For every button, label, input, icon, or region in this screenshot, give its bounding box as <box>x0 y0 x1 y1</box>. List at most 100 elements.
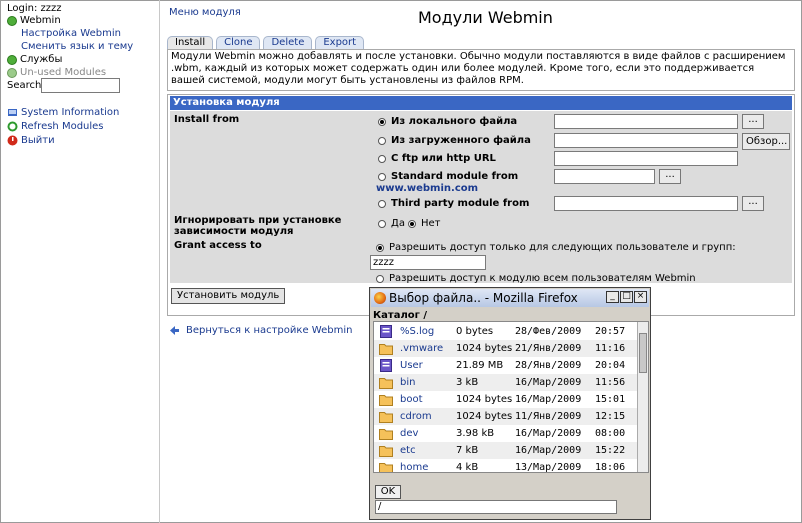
sidebar-link-webmin-config[interactable]: Настройка Webmin <box>21 28 121 39</box>
option-grant-specific[interactable]: Разрешить доступ только для следующих по… <box>376 242 736 253</box>
minimize-icon[interactable]: _ <box>606 291 619 303</box>
radio-ignore-yes[interactable] <box>378 219 386 228</box>
third-party-select-button[interactable]: ... <box>742 196 764 211</box>
file-name[interactable]: User <box>400 360 423 371</box>
refresh-modules-label: Refresh Modules <box>21 121 104 132</box>
tab-clone[interactable]: Clone <box>216 36 261 49</box>
browse-button[interactable]: Обзор... <box>742 133 790 150</box>
maximize-icon[interactable]: □ <box>620 291 633 303</box>
ignore-yes-label: Да <box>391 218 405 229</box>
ftp-url-input[interactable] <box>554 151 738 166</box>
file-row[interactable]: etc 7 kB 16/Мар/2009 15:22 <box>374 442 638 459</box>
file-row[interactable]: bin 3 kB 16/Мар/2009 11:56 <box>374 374 638 391</box>
file-row[interactable]: cdrom 1024 bytes 11/Янв/2009 12:15 <box>374 408 638 425</box>
sidebar-link-change-lang[interactable]: Сменить язык и тему <box>21 41 133 52</box>
refresh-icon <box>7 121 18 132</box>
file-date: 13/Мар/2009 <box>515 462 582 473</box>
system-info-label: System Information <box>21 107 120 118</box>
file-date: 11/Янв/2009 <box>515 411 582 422</box>
webmin-category-icon <box>7 15 17 26</box>
local-file-browse-button[interactable]: ... <box>742 114 764 129</box>
tab-install[interactable]: Install <box>167 36 214 49</box>
sidebar-refresh-modules[interactable]: Refresh Modules <box>7 121 104 132</box>
file-name[interactable]: boot <box>400 394 423 405</box>
file-name[interactable]: dev <box>400 428 418 439</box>
standard-module-input[interactable] <box>554 169 655 184</box>
file-date: 16/Мар/2009 <box>515 377 582 388</box>
file-name[interactable]: .vmware <box>400 343 443 354</box>
module-menu-link[interactable]: Меню модуля <box>169 7 241 18</box>
third-party-input[interactable] <box>554 196 738 211</box>
uploaded-file-input[interactable] <box>554 133 738 148</box>
sidebar-item-webmin[interactable]: Webmin <box>7 15 61 26</box>
file-row[interactable]: boot 1024 bytes 16/Мар/2009 15:01 <box>374 391 638 408</box>
file-date: 28/Янв/2009 <box>515 360 582 371</box>
file-row[interactable]: %S.log 0 bytes 28/Фев/2009 20:57 <box>374 323 638 340</box>
option-local-file[interactable]: Из локального файла <box>378 116 517 127</box>
radio-third-party[interactable] <box>378 199 386 208</box>
ok-button[interactable]: OK <box>375 485 401 499</box>
sidebar-item-unused[interactable]: Un-used Modules <box>7 67 106 78</box>
file-date: 16/Мар/2009 <box>515 445 582 456</box>
file-row[interactable]: .vmware 1024 bytes 21/Янв/2009 11:16 <box>374 340 638 357</box>
radio-uploaded-file[interactable] <box>378 136 386 145</box>
option-ignore-no[interactable]: Нет <box>408 218 441 229</box>
description-text: Модули Webmin можно добавлять и после ус… <box>167 49 795 91</box>
option-standard-module[interactable]: Standard module from <box>378 171 518 182</box>
ignore-no-label: Нет <box>421 218 441 229</box>
close-icon[interactable]: × <box>634 291 647 303</box>
file-size: 0 bytes <box>456 326 494 337</box>
option-uploaded-file[interactable]: Из загруженного файла <box>378 135 531 146</box>
form-body: Install from Из локального файла ... Из … <box>170 111 792 284</box>
sidebar-system-info[interactable]: System Information <box>7 107 119 118</box>
file-date: 16/Мар/2009 <box>515 394 582 405</box>
unused-category-icon <box>7 67 17 78</box>
back-to-webmin-link[interactable]: Вернуться к настройке Webmin <box>169 325 352 336</box>
radio-ignore-no[interactable] <box>408 219 416 228</box>
install-module-button[interactable]: Установить модуль <box>171 288 286 304</box>
firefox-icon <box>374 292 386 304</box>
path-input[interactable]: / <box>375 500 617 514</box>
radio-ftp-url[interactable] <box>378 154 386 163</box>
file-list-scrollbar[interactable] <box>637 322 648 472</box>
radio-grant-all[interactable] <box>376 274 384 283</box>
popup-title: Выбор файла.. - Mozilla Firefox <box>389 291 578 305</box>
file-chooser-window: Выбор файла.. - Mozilla Firefox _ □ × Ка… <box>369 287 651 520</box>
grant-users-input[interactable]: zzzz <box>370 255 486 270</box>
radio-standard-module[interactable] <box>378 172 386 181</box>
radio-local-file[interactable] <box>378 117 386 126</box>
folder-icon <box>379 463 393 472</box>
option-ignore-yes[interactable]: Да <box>378 218 405 229</box>
file-size: 1024 bytes <box>456 343 513 354</box>
local-file-input[interactable] <box>554 114 738 129</box>
option-third-party[interactable]: Third party module from <box>378 198 529 209</box>
document-icon <box>380 359 392 372</box>
radio-grant-specific[interactable] <box>376 243 384 252</box>
standard-module-select-button[interactable]: ... <box>659 169 681 184</box>
ignore-deps-label: Игнорировать при установке зависимости м… <box>174 215 342 237</box>
file-name[interactable]: etc <box>400 445 416 456</box>
popup-titlebar[interactable]: Выбор файла.. - Mozilla Firefox _ □ × <box>371 289 649 307</box>
option-ftp-url[interactable]: С ftp или http URL <box>378 153 496 164</box>
search-input[interactable] <box>41 78 120 93</box>
file-name[interactable]: %S.log <box>400 326 434 337</box>
tab-delete[interactable]: Delete <box>263 36 313 49</box>
grant-access-label: Grant access to <box>174 240 262 251</box>
tab-export[interactable]: Export <box>315 36 365 49</box>
sidebar-logout[interactable]: Выйти <box>7 135 55 146</box>
services-category-icon <box>7 54 17 65</box>
option-grant-all[interactable]: Разрешить доступ к модулю всем пользоват… <box>376 273 696 284</box>
grant-all-label: Разрешить доступ к модулю всем пользоват… <box>389 273 696 284</box>
standard-module-url[interactable]: www.webmin.com <box>376 183 478 194</box>
sidebar-item-services[interactable]: Службы <box>7 54 62 65</box>
scrollbar-thumb[interactable] <box>639 333 647 373</box>
file-name[interactable]: cdrom <box>400 411 432 422</box>
section-title: Установка модуля <box>170 96 792 110</box>
folder-icon <box>379 344 393 355</box>
file-name[interactable]: home <box>400 462 428 472</box>
file-name[interactable]: bin <box>400 377 415 388</box>
file-date: 16/Мар/2009 <box>515 428 582 439</box>
file-row[interactable]: dev 3.98 kB 16/Мар/2009 08:00 <box>374 425 638 442</box>
file-row[interactable]: User 21.89 MB 28/Янв/2009 20:04 <box>374 357 638 374</box>
file-row[interactable]: home 4 kB 13/Мар/2009 18:06 <box>374 459 638 473</box>
